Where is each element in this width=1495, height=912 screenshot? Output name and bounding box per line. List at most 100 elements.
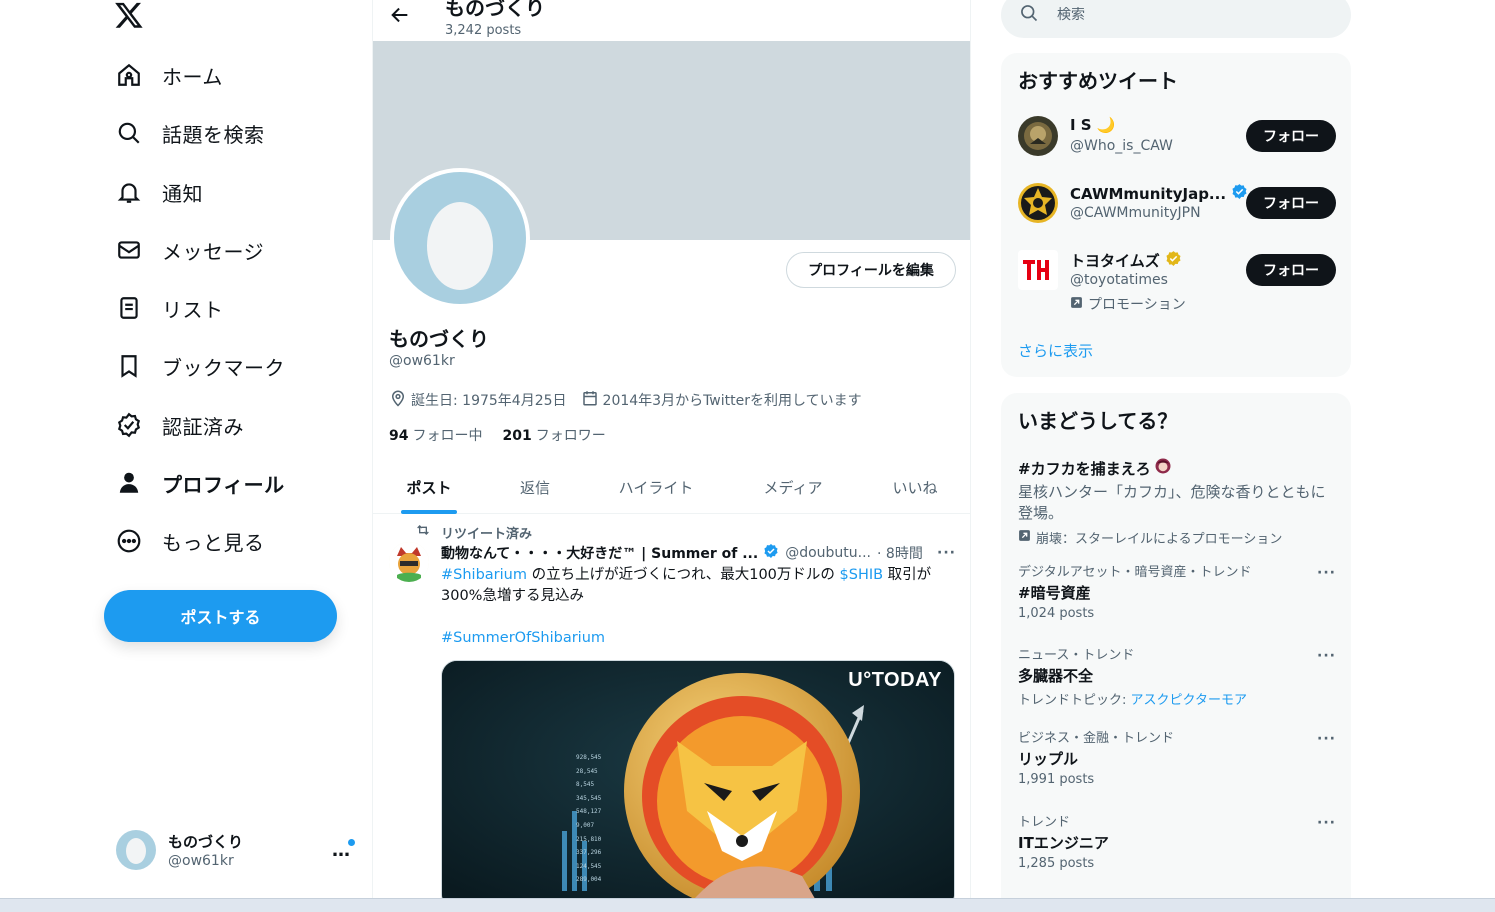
who-to-follow-card: おすすめツイート I S 🌙 @Who_is_CAW フォロー CAWMmuni… <box>1001 53 1351 377</box>
trend-more-icon[interactable]: ··· <box>1317 565 1336 581</box>
os-taskbar[interactable] <box>0 898 1495 912</box>
search-input[interactable] <box>1057 7 1317 23</box>
tab-posts[interactable]: ポスト <box>373 461 485 514</box>
promoted-trend-tag: #カフカを捕まえろ <box>1018 459 1151 478</box>
edit-profile-button[interactable]: プロフィールを編集 <box>786 252 956 288</box>
promoted-label: プロモーション <box>1070 294 1186 314</box>
nav-messages[interactable]: メッセージ <box>112 228 264 272</box>
trend-topic-prefix: トレンドトピック: <box>1018 693 1131 708</box>
trends-card: いまどうしてる？ #カフカを捕まえろ 星核ハンター「カフカ」、危険な香りとともに… <box>1001 393 1351 912</box>
suggested-user[interactable]: CAWMmunityJap... @CAWMmunityJPN フォロー <box>1018 183 1336 239</box>
nav-notifications[interactable]: 通知 <box>112 170 203 214</box>
nav-home-label: ホーム <box>162 64 223 89</box>
promoted-icon <box>1018 529 1036 546</box>
avatar <box>1018 250 1058 290</box>
search-icon <box>112 116 146 150</box>
cashtag-link[interactable]: $SHIB <box>840 567 884 583</box>
trend-title: #暗号資産 <box>1018 584 1091 602</box>
nav-lists-label: リスト <box>162 297 224 322</box>
trend-more-icon[interactable]: ··· <box>1317 731 1336 747</box>
promoted-icon <box>1070 296 1088 313</box>
trend-title: 多臓器不全 <box>1018 667 1094 685</box>
tweet[interactable]: リツイート済み 動物なんて・・・・大好きだ™ | Summer of ... @… <box>373 514 970 898</box>
x-logo-icon[interactable] <box>114 0 146 32</box>
trend-more-icon[interactable]: ··· <box>1317 648 1336 664</box>
image-number: 548,127 <box>576 808 602 816</box>
trend-item[interactable]: ニュース・トレンド 多臓器不全 トレンドトピック: アスクピクターモア ··· <box>1018 644 1336 708</box>
retweet-icon <box>415 522 441 542</box>
nav-verified[interactable]: 認証済み <box>112 403 244 447</box>
follow-button[interactable]: フォロー <box>1246 187 1336 219</box>
suggested-user[interactable]: I S 🌙 @Who_is_CAW フォロー <box>1018 116 1336 172</box>
nav-lists[interactable]: リスト <box>112 286 224 330</box>
account-switcher[interactable]: ものづくり @ow61kr … <box>116 828 361 874</box>
trend-topic-link[interactable]: アスクピクターモア <box>1131 693 1247 708</box>
trend-title: リップル <box>1018 750 1079 768</box>
suggested-user-handle: @toyotatimes <box>1070 272 1168 288</box>
tweet-text-part: の立ち上げが近づくにつれ、最大100万ドルの <box>526 567 840 583</box>
hashtag-link[interactable]: #SummerOfShibarium <box>441 630 605 646</box>
kafka-emoji-icon <box>1154 457 1172 479</box>
trend-item[interactable]: ビジネス・金融・トレンド リップル 1,991 posts ··· <box>1018 727 1336 787</box>
nav-more[interactable]: もっと見る <box>112 519 265 563</box>
nav-explore[interactable]: 話題を検索 <box>112 111 265 155</box>
promoted-trend[interactable]: #カフカを捕まえろ 星核ハンター「カフカ」、危険な香りとともに登場。 崩壊：スタ… <box>1018 455 1336 547</box>
follow-button[interactable]: フォロー <box>1246 254 1336 286</box>
image-number: 337,296 <box>576 849 602 857</box>
trend-topic: トレンドトピック: アスクピクターモア <box>1018 689 1336 708</box>
image-number: 8,545 <box>576 781 595 789</box>
show-more-link[interactable]: さらに表示 <box>1018 340 1093 361</box>
nav-bookmarks[interactable]: ブックマーク <box>112 344 285 388</box>
trend-item[interactable]: デジタルアセット・暗号資産・トレンド #暗号資産 1,024 posts ··· <box>1018 561 1336 621</box>
follow-button[interactable]: フォロー <box>1246 120 1336 152</box>
tab-likes[interactable]: いいね <box>859 461 970 514</box>
trend-meta: ニュース・トレンド <box>1018 648 1135 663</box>
tweet-avatar[interactable] <box>389 542 429 582</box>
trend-meta: トレンド <box>1018 815 1071 830</box>
tweet-author-name[interactable]: 動物なんて・・・・大好きだ™ | Summer of ... <box>441 543 758 563</box>
tab-media[interactable]: メディア <box>727 461 859 514</box>
list-icon <box>112 291 146 325</box>
tweet-more-icon[interactable]: ··· <box>937 545 956 561</box>
suggested-user-name-row: トヨタイムズ <box>1070 250 1182 271</box>
trend-meta: デジタルアセット・暗号資産・トレンド <box>1018 565 1252 580</box>
hashtag-link[interactable]: #Shibarium <box>441 567 527 583</box>
trend-item[interactable]: トレンド ITエンジニア 1,285 posts ··· <box>1018 811 1336 871</box>
followers-link[interactable]: 201 フォロワー <box>502 425 605 445</box>
image-number: 124,545 <box>576 862 602 870</box>
promoted-by-text: 崩壊：スターレイルによるプロモーション <box>1036 532 1283 547</box>
search-bar[interactable] <box>1001 0 1351 38</box>
tweet-image[interactable]: U°TODAY 928,545 28,545 8,545 345,545 548… <box>441 660 955 898</box>
verified-icon <box>112 408 146 442</box>
more-circle-icon <box>112 524 146 558</box>
calendar-icon <box>581 389 603 411</box>
tab-replies-label: 返信 <box>519 479 550 497</box>
post-count: 3,242 posts <box>445 23 522 38</box>
following-link[interactable]: 94 フォロー中 <box>389 425 482 445</box>
tweet-time[interactable]: · 8時間 <box>877 543 923 563</box>
image-number: 289,004 <box>576 876 602 884</box>
location-pin-icon <box>389 389 411 411</box>
profile-avatar[interactable] <box>390 168 530 308</box>
trends-title: いまどうしてる？ <box>1018 409 1178 433</box>
nav-verified-label: 認証済み <box>162 414 244 439</box>
tweet-author-handle[interactable]: @doubutu... <box>785 545 871 561</box>
account-handle: @ow61kr <box>168 853 234 869</box>
followers-count: 201 <box>502 428 532 444</box>
tab-highlights[interactable]: ハイライト <box>585 461 727 514</box>
tab-replies[interactable]: 返信 <box>485 461 585 514</box>
trend-post-count: 1,285 posts <box>1018 856 1095 871</box>
back-arrow-icon[interactable] <box>389 4 411 30</box>
notification-dot <box>348 839 355 846</box>
promoted-text: プロモーション <box>1088 297 1186 313</box>
nav-notifications-label: 通知 <box>162 181 203 206</box>
nav-home[interactable]: ホーム <box>112 53 223 97</box>
trend-post-count: 1,991 posts <box>1018 772 1095 787</box>
suggested-user-promoted[interactable]: トヨタイムズ @toyotatimes プロモーション フォロー <box>1018 250 1336 314</box>
account-name: ものづくり <box>168 833 244 851</box>
nav-profile[interactable]: プロフィール <box>112 461 285 505</box>
tab-posts-label: ポスト <box>406 479 452 497</box>
image-number: 28,545 <box>576 767 598 775</box>
trend-more-icon[interactable]: ··· <box>1317 815 1336 831</box>
post-button[interactable]: ポストする <box>104 590 337 642</box>
